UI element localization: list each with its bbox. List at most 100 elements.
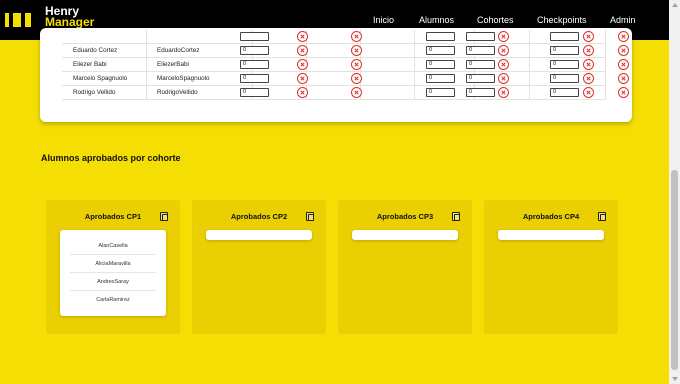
- column-divider: [414, 30, 415, 44]
- reject-x-icon[interactable]: [618, 73, 629, 84]
- grade-input-cp2[interactable]: 0: [426, 74, 455, 83]
- student-username: EliezerBabi: [157, 61, 189, 68]
- column-divider: [414, 44, 415, 58]
- grade-input-cp2[interactable]: 0: [426, 60, 455, 69]
- grade-input-cp1[interactable]: 0: [240, 46, 269, 55]
- grade-input-cp3[interactable]: [466, 32, 495, 41]
- panel-approved-cp2: Aprobados CP2: [192, 200, 326, 334]
- nav-link-admin[interactable]: Admin: [610, 15, 636, 25]
- reject-x-icon[interactable]: [297, 45, 308, 56]
- list-item[interactable]: AndresSaray: [70, 273, 156, 291]
- reject-x-icon[interactable]: [498, 87, 509, 98]
- clipboard-icon[interactable]: [160, 212, 168, 221]
- column-divider: [529, 72, 530, 86]
- reject-x-icon[interactable]: [351, 31, 362, 42]
- column-divider: [529, 58, 530, 72]
- grade-input-cp4[interactable]: 0: [550, 88, 579, 97]
- section-title-approved: Alumnos aprobados por cohorte: [41, 153, 181, 163]
- scroll-up-arrow-icon[interactable]: [672, 3, 678, 7]
- nav-link-inicio[interactable]: Inicio: [373, 15, 394, 25]
- logo-text: Henry Manager: [45, 5, 95, 29]
- column-divider: [146, 58, 147, 72]
- clipboard-icon[interactable]: [306, 212, 314, 221]
- column-divider: [414, 58, 415, 72]
- grade-input-cp3[interactable]: 0: [466, 74, 495, 83]
- reject-x-icon[interactable]: [583, 59, 594, 70]
- reject-x-icon[interactable]: [618, 31, 629, 42]
- column-divider: [414, 72, 415, 86]
- list-item[interactable]: AliciaMaravilla: [70, 255, 156, 273]
- reject-x-icon[interactable]: [498, 59, 509, 70]
- grade-input-cp4[interactable]: 0: [550, 46, 579, 55]
- reject-x-icon[interactable]: [297, 73, 308, 84]
- reject-x-icon[interactable]: [583, 87, 594, 98]
- reject-x-icon[interactable]: [297, 31, 308, 42]
- logo-line-manager: Manager: [45, 15, 95, 29]
- approved-students-list[interactable]: [498, 230, 604, 240]
- reject-x-icon[interactable]: [351, 59, 362, 70]
- scrollbar-thumb[interactable]: [671, 170, 678, 370]
- reject-x-icon[interactable]: [583, 45, 594, 56]
- reject-x-icon[interactable]: [351, 87, 362, 98]
- approved-students-list[interactable]: AlanCasella AliciaMaravilla AndresSaray …: [60, 230, 166, 316]
- clipboard-icon[interactable]: [452, 212, 460, 221]
- reject-x-icon[interactable]: [618, 45, 629, 56]
- reject-x-icon[interactable]: [583, 73, 594, 84]
- column-divider: [529, 44, 530, 58]
- reject-x-icon[interactable]: [498, 31, 509, 42]
- column-divider: [605, 30, 606, 44]
- grade-input-cp1[interactable]: 0: [240, 60, 269, 69]
- student-name: Marcelo Spagnuolo: [73, 75, 128, 82]
- grade-input-cp2[interactable]: [426, 32, 455, 41]
- grade-input-cp3[interactable]: 0: [466, 46, 495, 55]
- nav-link-cohortes[interactable]: Cohortes: [477, 15, 514, 25]
- student-username: EduardoCortez: [157, 47, 200, 54]
- grade-input-cp4[interactable]: [550, 32, 579, 41]
- nav-link-checkpoints[interactable]: Checkpoints: [537, 15, 587, 25]
- grade-input-cp1[interactable]: 0: [240, 74, 269, 83]
- panel-approved-cp1: Aprobados CP1 AlanCasella AliciaMaravill…: [46, 200, 180, 334]
- reject-x-icon[interactable]: [618, 87, 629, 98]
- list-item[interactable]: CarlaRamirez: [70, 291, 156, 309]
- student-name: Eduardo Cortez: [73, 47, 118, 54]
- student-username: RodrigoVellido: [157, 89, 198, 96]
- column-divider: [605, 86, 606, 100]
- grade-input-cp3[interactable]: 0: [466, 88, 495, 97]
- reject-x-icon[interactable]: [618, 59, 629, 70]
- column-divider: [146, 86, 147, 100]
- reject-x-icon[interactable]: [583, 31, 594, 42]
- grade-input-cp3[interactable]: 0: [466, 60, 495, 69]
- reject-x-icon[interactable]: [498, 45, 509, 56]
- page-scrollbar[interactable]: [669, 0, 680, 384]
- approved-students-list[interactable]: [352, 230, 458, 240]
- column-divider: [146, 72, 147, 86]
- hm-logo-icon: [5, 13, 31, 27]
- reject-x-icon[interactable]: [498, 73, 509, 84]
- grade-input-cp4[interactable]: 0: [550, 60, 579, 69]
- clipboard-icon[interactable]: [598, 212, 606, 221]
- grade-input-cp2[interactable]: 0: [426, 88, 455, 97]
- list-item[interactable]: AlanCasella: [70, 237, 156, 255]
- reject-x-icon[interactable]: [297, 59, 308, 70]
- reject-x-icon[interactable]: [351, 45, 362, 56]
- table-row: Eliezer Babi EliezerBabi 0 0 0 0: [62, 58, 629, 72]
- scroll-down-arrow-icon[interactable]: [672, 377, 678, 381]
- table-row: [62, 30, 629, 44]
- student-name: Rodrigo Vellido: [73, 89, 116, 96]
- panel-approved-cp3: Aprobados CP3: [338, 200, 472, 334]
- approved-students-list[interactable]: [206, 230, 312, 240]
- grade-input-cp2[interactable]: 0: [426, 46, 455, 55]
- students-grades-table: Eduardo Cortez EduardoCortez 0 0 0 0 Eliezer B…: [40, 28, 632, 122]
- reject-x-icon[interactable]: [297, 87, 308, 98]
- column-divider: [605, 58, 606, 72]
- student-name: Eliezer Babi: [73, 61, 107, 68]
- reject-x-icon[interactable]: [351, 73, 362, 84]
- table-row: Rodrigo Vellido RodrigoVellido 0 0 0 0: [62, 86, 629, 100]
- nav-link-alumnos[interactable]: Alumnos: [419, 15, 454, 25]
- grade-input-cp1[interactable]: [240, 32, 269, 41]
- column-divider: [605, 72, 606, 86]
- panel-approved-cp4: Aprobados CP4: [484, 200, 618, 334]
- column-divider: [529, 30, 530, 44]
- grade-input-cp1[interactable]: 0: [240, 88, 269, 97]
- grade-input-cp4[interactable]: 0: [550, 74, 579, 83]
